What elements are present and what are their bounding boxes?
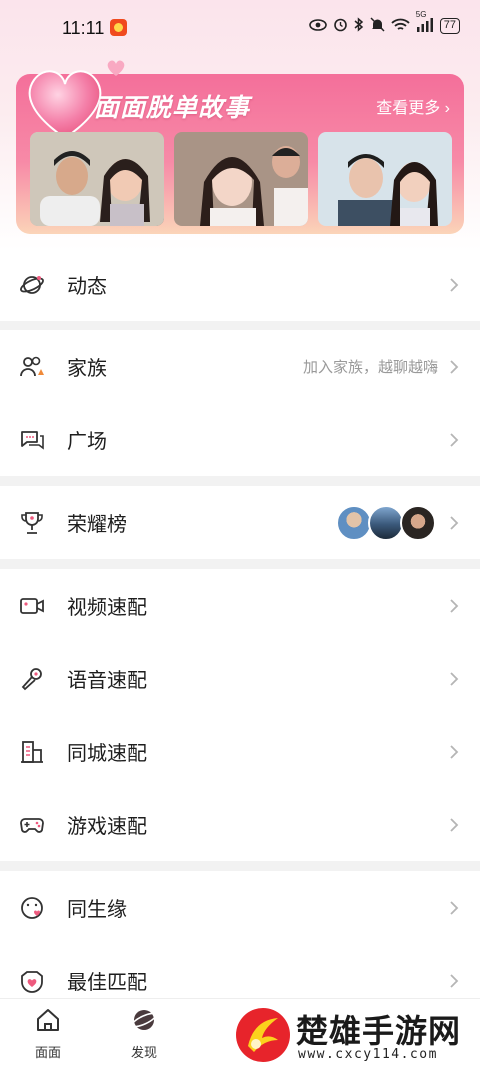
menu-item-label: 广场 — [67, 431, 107, 453]
ranking-avatars — [336, 504, 436, 541]
menu-item-voice-match[interactable]: 语音速配 — [0, 642, 480, 715]
menu-item-label: 同生缘 — [67, 899, 127, 921]
home-icon — [34, 1009, 62, 1037]
site-watermark: 楚雄手游网 www.cxcy114.com — [232, 1002, 480, 1067]
menu-item-label: 荣耀榜 — [67, 514, 127, 536]
watermark-logo-icon — [234, 1006, 292, 1067]
microphone-icon — [19, 666, 45, 692]
nav-label: 发现 — [130, 1045, 157, 1060]
chevron-right-icon — [448, 671, 460, 687]
banner-title: 面面脱单故事 — [94, 94, 251, 122]
menu-item-label: 动态 — [67, 276, 107, 298]
menu-item-game-match[interactable]: 游戏速配 — [0, 788, 480, 861]
family-icon — [19, 354, 45, 380]
couple-photo[interactable] — [318, 132, 452, 226]
planet-icon — [130, 1010, 158, 1037]
couple-photo[interactable] — [174, 132, 308, 226]
menu-item-label: 同城速配 — [67, 743, 147, 765]
menu-item-video-match[interactable]: 视频速配 — [0, 569, 480, 642]
section-dynamic: 动态 — [0, 248, 480, 321]
watermark-url: www.cxcy114.com — [298, 1047, 438, 1062]
network-type: 5G — [415, 9, 427, 19]
avatar — [368, 504, 404, 541]
section-match: 视频速配 语音速配 同城速配 游戏速配 — [0, 569, 480, 861]
status-time: 11:11 — [62, 18, 105, 38]
status-bar: 11:11 5G 77 — [0, 0, 480, 58]
menu-item-best-match[interactable]: 最佳匹配 — [0, 944, 480, 998]
couple-photo[interactable] — [30, 132, 164, 226]
family-hint: 加入家族，越聊越嗨 — [302, 359, 438, 376]
chevron-right-icon — [448, 817, 460, 833]
chevron-right-icon — [448, 277, 460, 293]
menu-item-family[interactable]: 家族 加入家族，越聊越嗨 — [0, 330, 480, 403]
eye-icon — [308, 18, 327, 34]
cell-signal-icon: 5G — [416, 10, 434, 35]
menu-item-label: 视频速配 — [67, 597, 147, 619]
section-social: 家族 加入家族，越聊越嗨 广场 — [0, 330, 480, 476]
chevron-right-icon — [448, 744, 460, 760]
chevron-right-icon — [448, 515, 460, 531]
nav-label: 面面 — [34, 1045, 61, 1060]
view-more-link[interactable]: 查看更多 › — [376, 94, 450, 118]
building-icon — [19, 739, 45, 765]
menu-item-label: 家族 — [67, 358, 107, 380]
menu-item-dynamic[interactable]: 动态 — [0, 248, 480, 321]
mute-icon — [370, 17, 385, 35]
menu-item-square[interactable]: 广场 — [0, 403, 480, 476]
avatar — [336, 504, 372, 541]
chevron-right-icon — [448, 598, 460, 614]
chat-bubbles-icon — [19, 427, 45, 453]
app-notification-icon — [110, 19, 127, 36]
wifi-icon — [391, 18, 410, 35]
trophy-icon — [19, 510, 45, 536]
nav-item-home[interactable]: 面面 — [18, 1007, 78, 1061]
chevron-right-icon — [448, 973, 460, 989]
section-fate: 同生缘 最佳匹配 — [0, 871, 480, 998]
menu-item-label: 最佳匹配 — [67, 972, 147, 994]
planet-icon — [19, 272, 45, 298]
menu-item-city-match[interactable]: 同城速配 — [0, 715, 480, 788]
status-icons: 5G 77 — [308, 10, 460, 35]
chevron-right-icon — [448, 432, 460, 448]
banner-photos — [30, 132, 452, 226]
section-ranking: 荣耀榜 — [0, 486, 480, 559]
bluetooth-icon — [354, 17, 364, 35]
battery-indicator: 77 — [439, 18, 460, 34]
success-stories-banner[interactable]: 面面脱单故事 查看更多 › — [16, 60, 464, 234]
chevron-right-icon — [448, 900, 460, 916]
avatar — [400, 504, 436, 541]
menu-item-same-birth[interactable]: 同生缘 — [0, 871, 480, 944]
video-camera-icon — [19, 593, 45, 619]
menu-item-ranking[interactable]: 荣耀榜 — [0, 486, 480, 559]
alarm-icon — [333, 17, 348, 35]
watermark-text: 楚雄手游网 — [296, 1012, 462, 1050]
menu-item-label: 游戏速配 — [67, 816, 147, 838]
birthday-icon — [19, 895, 45, 921]
chevron-right-icon — [448, 359, 460, 375]
heart-match-icon — [19, 968, 45, 994]
nav-item-discover[interactable]: 发现 — [114, 1007, 174, 1061]
menu-item-label: 语音速配 — [67, 670, 147, 692]
gamepad-icon — [19, 812, 45, 838]
